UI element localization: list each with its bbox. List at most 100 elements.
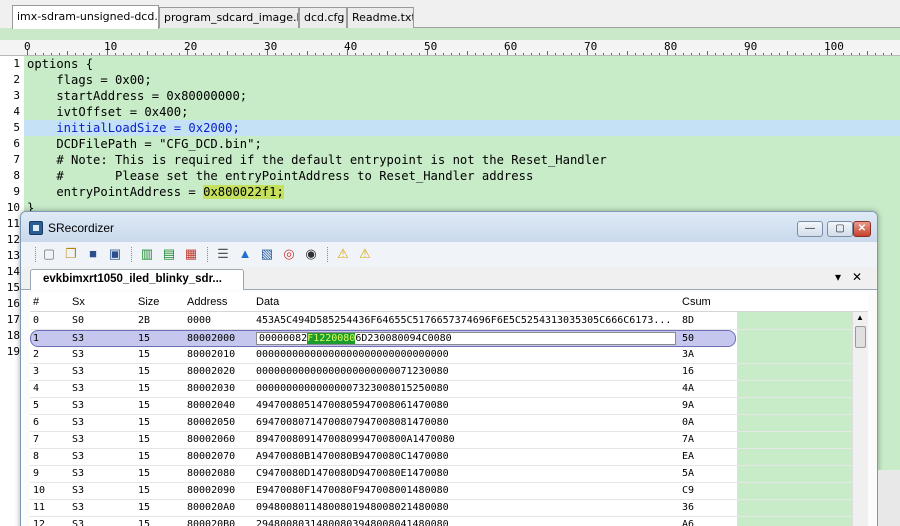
selected-data-bytes: F1220080: [307, 333, 356, 344]
code-line[interactable]: entryPointAddress = 0x800022f1;: [27, 184, 284, 200]
ruler-tick: [739, 53, 740, 55]
column-header-csum[interactable]: Csum: [682, 296, 711, 308]
code-line[interactable]: initialLoadSize = 0x2000;: [27, 120, 239, 136]
code-line[interactable]: ivtOffset = 0x400;: [27, 104, 188, 120]
line-number: 15: [6, 281, 20, 294]
ruler-tick: [459, 53, 460, 55]
table-row[interactable]: 0 S0 2B 0000 453A5C494D585254436F64655C51766…: [30, 313, 868, 330]
ruler-tick: [379, 53, 380, 55]
warning-clear-icon[interactable]: ⚠: [357, 246, 373, 262]
table-row[interactable]: 9 S3 15 80002080 C9470080D1470080D9470080E14…: [30, 466, 868, 483]
cell-sx: S3: [72, 468, 85, 479]
table-row[interactable]: 10 S3 15 80002090 E9470080F1470080F947008001…: [30, 483, 868, 500]
code-line-text: entryPointAddress =: [27, 185, 204, 199]
minimize-button[interactable]: —: [797, 221, 823, 237]
line-number: 9: [13, 185, 20, 198]
selected-entry-point-value[interactable]: 0x800022f1;: [203, 185, 284, 199]
cell-size: 2B: [138, 315, 151, 326]
line-number: 7: [13, 153, 20, 166]
ruler-tick: [779, 53, 780, 55]
ruler-label: 40: [344, 40, 358, 53]
line-number: 18: [6, 329, 20, 342]
document-green-icon[interactable]: ▥: [139, 246, 155, 262]
column-header-data[interactable]: Data: [256, 296, 279, 308]
code-line[interactable]: DCDFilePath = "CFG_DCD.bin";: [27, 136, 261, 152]
table-row[interactable]: 2 S3 15 80002010 000000000000000000000000000…: [30, 347, 868, 364]
chevron-down-icon[interactable]: ▾: [835, 270, 841, 284]
arrow-up-icon[interactable]: ▲: [237, 246, 253, 262]
column-header-size[interactable]: Size: [138, 296, 159, 308]
document-green-plus-icon[interactable]: ▤: [161, 246, 177, 262]
new-document-icon[interactable]: ▢: [41, 246, 57, 262]
warning-check-icon[interactable]: ⚠: [335, 246, 351, 262]
table-row[interactable]: 8 S3 15 80002070 A9470080B1470080B9470080C14…: [30, 449, 868, 466]
cell-n: 4: [33, 383, 40, 394]
code-line[interactable]: flags = 0x00;: [27, 72, 152, 88]
table-row[interactable]: 5 S3 15 80002040 494700805147008059470080614…: [30, 398, 868, 415]
document-red-icon[interactable]: ▦: [183, 246, 199, 262]
code-line[interactable]: # Note: This is required if the default …: [27, 152, 606, 168]
column-header-number[interactable]: #: [33, 296, 39, 308]
cell-n: 9: [33, 468, 40, 479]
code-line[interactable]: startAddress = 0x80000000;: [27, 88, 247, 104]
close-button[interactable]: ✕: [853, 221, 871, 237]
document-tab[interactable]: evkbimxrt1050_iled_blinky_sdr...: [30, 269, 244, 290]
cell-sx: S3: [72, 333, 85, 344]
tab-program-sdcard-image[interactable]: program_sdcard_image.bd: [159, 7, 299, 28]
ruler-tick: [563, 53, 564, 55]
code-line-text: flags = 0x00;: [27, 73, 152, 87]
table-row-selected[interactable]: 1 S3 15 80002000 00000082F12200806D230080094…: [30, 330, 736, 347]
save-icon[interactable]: ■: [85, 246, 101, 262]
table-row[interactable]: 3 S3 15 80002020 000000000000000000000000712…: [30, 364, 868, 381]
table-vertical-scrollbar[interactable]: ▲: [852, 312, 868, 526]
editor-tab-strip: imx-sdram-unsigned-dcd.bd program_sdcard…: [0, 0, 900, 29]
cell-data: 453A5C494D585254436F64655C5176657374696F…: [256, 315, 672, 326]
tab-readme[interactable]: Readme.txt: [347, 7, 414, 28]
cell-n: 10: [33, 485, 46, 496]
ruler-tick: [91, 53, 92, 55]
target-icon[interactable]: ◎: [281, 246, 297, 262]
srecordizer-window[interactable]: SRecordizer — ▢ ✕ ▢ ❐ ■ ▣ ▥ ▤ ▦ ☰ ▲ ▧ ◎ …: [20, 211, 878, 526]
scroll-thumb[interactable]: [855, 326, 866, 348]
ruler-tick: [715, 53, 716, 55]
column-header-address[interactable]: Address: [187, 296, 227, 308]
table-row[interactable]: 11 S3 15 800020A0 09480080114800801948008021…: [30, 500, 868, 517]
cell-addr: 80002020: [187, 366, 236, 377]
tab-dcd-cfg[interactable]: dcd.cfg: [299, 7, 347, 28]
ruler-label: 10: [104, 40, 118, 53]
ruler-tick: [787, 51, 788, 55]
ruler-tick: [139, 53, 140, 55]
save-all-icon[interactable]: ▣: [107, 246, 123, 262]
code-line[interactable]: # Please set the entryPointAddress to Re…: [27, 168, 533, 184]
code-line[interactable]: options {: [27, 56, 93, 72]
list-view-icon[interactable]: ☰: [215, 246, 231, 262]
eye-icon[interactable]: ◉: [303, 246, 319, 262]
column-header-sx[interactable]: Sx: [72, 296, 85, 308]
table-row[interactable]: 12 S3 15 800020B0 29480080314800803948008041…: [30, 517, 868, 526]
cell-size: 15: [138, 434, 151, 445]
window-titlebar[interactable]: SRecordizer — ▢ ✕: [21, 212, 877, 242]
tab-imx-sdram-unsigned-dcd[interactable]: imx-sdram-unsigned-dcd.bd: [12, 5, 159, 29]
table-row[interactable]: 7 S3 15 80002060 8947008091470080994700800A1…: [30, 432, 868, 449]
table-row[interactable]: 4 S3 15 80002030 000000000000000073230080152…: [30, 381, 868, 398]
ruler-tick: [675, 53, 676, 55]
cell-size: 15: [138, 519, 151, 526]
cell-data: 29480080314800803948008041480080: [256, 519, 449, 526]
cell-n: 12: [33, 519, 46, 526]
cell-sx: S3: [72, 366, 85, 377]
scroll-up-arrow[interactable]: ▲: [856, 313, 864, 322]
srecord-table[interactable]: # Sx Size Address Data Csum 0 S0 2B 0000 453…: [30, 292, 868, 526]
ruler-tick: [611, 53, 612, 55]
ruler-tick: [227, 51, 228, 55]
ruler-tick: [211, 53, 212, 55]
table-row[interactable]: 6 S3 15 80002050 694700807147008079470080814…: [30, 415, 868, 432]
copy-document-icon[interactable]: ❐: [63, 246, 79, 262]
editor-scrollbar[interactable]: [878, 470, 900, 526]
ruler-tick: [867, 51, 868, 55]
ruler-tick: [59, 53, 60, 55]
export-icon[interactable]: ▧: [259, 246, 275, 262]
cell-data[interactable]: 00000082F12200806D230080094C0080: [256, 332, 676, 345]
maximize-button[interactable]: ▢: [827, 221, 853, 237]
close-document-icon[interactable]: ✕: [852, 270, 862, 284]
ruler-tick: [619, 53, 620, 55]
